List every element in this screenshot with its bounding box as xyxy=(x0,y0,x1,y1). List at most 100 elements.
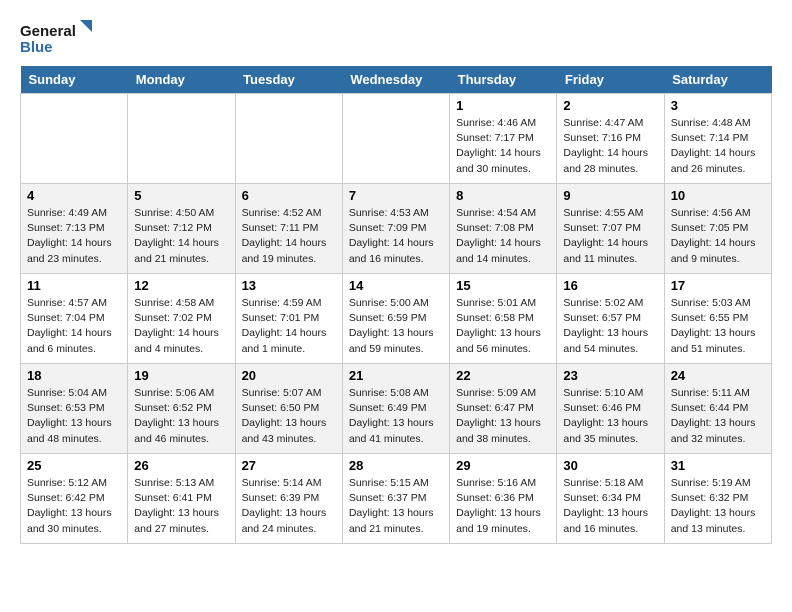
calendar-cell: 9 Sunrise: 4:55 AMSunset: 7:07 PMDaylight… xyxy=(557,184,664,274)
day-number: 17 xyxy=(671,278,765,293)
calendar-cell: 4 Sunrise: 4:49 AMSunset: 7:13 PMDaylight… xyxy=(21,184,128,274)
week-row-2: 4 Sunrise: 4:49 AMSunset: 7:13 PMDaylight… xyxy=(21,184,772,274)
week-row-3: 11 Sunrise: 4:57 AMSunset: 7:04 PMDayligh… xyxy=(21,274,772,364)
calendar-cell: 12Sunrise: 4:58 AMSunset: 7:02 PMDayligh… xyxy=(128,274,235,364)
calendar-cell: 26 Sunrise: 5:13 AMSunset: 6:41 PMDayligh… xyxy=(128,454,235,544)
calendar-cell: 1 Sunrise: 4:46 AMSunset: 7:17 PMDaylight… xyxy=(450,94,557,184)
calendar-cell xyxy=(21,94,128,184)
day-number: 6 xyxy=(242,188,336,203)
calendar-cell: 24 Sunrise: 5:11 AMSunset: 6:44 PMDayligh… xyxy=(664,364,771,454)
day-number: 20 xyxy=(242,368,336,383)
day-info: Sunrise: 4:49 AMSunset: 7:13 PMDaylight:… xyxy=(27,206,121,267)
day-number: 28 xyxy=(349,458,443,473)
day-info: Sunrise: 5:13 AMSunset: 6:41 PMDaylight:… xyxy=(134,476,228,537)
day-info: Sunrise: 5:02 AMSunset: 6:57 PMDaylight:… xyxy=(563,296,657,357)
day-number: 5 xyxy=(134,188,228,203)
day-number: 24 xyxy=(671,368,765,383)
calendar-cell: 19 Sunrise: 5:06 AMSunset: 6:52 PMDayligh… xyxy=(128,364,235,454)
calendar-cell xyxy=(342,94,449,184)
day-info: Sunrise: 4:57 AMSunset: 7:04 PMDaylight:… xyxy=(27,296,121,357)
calendar-cell: 8 Sunrise: 4:54 AMSunset: 7:08 PMDaylight… xyxy=(450,184,557,274)
day-info: Sunrise: 5:06 AMSunset: 6:52 PMDaylight:… xyxy=(134,386,228,447)
day-info: Sunrise: 4:48 AMSunset: 7:14 PMDaylight:… xyxy=(671,116,765,177)
calendar-cell: 27 Sunrise: 5:14 AMSunset: 6:39 PMDayligh… xyxy=(235,454,342,544)
day-info: Sunrise: 4:56 AMSunset: 7:05 PMDaylight:… xyxy=(671,206,765,267)
day-info: Sunrise: 5:14 AMSunset: 6:39 PMDaylight:… xyxy=(242,476,336,537)
day-info: Sunrise: 4:50 AMSunset: 7:12 PMDaylight:… xyxy=(134,206,228,267)
day-number: 30 xyxy=(563,458,657,473)
page-header: GeneralBlue xyxy=(20,20,772,56)
logo: GeneralBlue xyxy=(20,20,100,56)
day-number: 16 xyxy=(563,278,657,293)
day-info: Sunrise: 5:19 AMSunset: 6:32 PMDaylight:… xyxy=(671,476,765,537)
day-info: Sunrise: 5:04 AMSunset: 6:53 PMDaylight:… xyxy=(27,386,121,447)
day-number: 11 xyxy=(27,278,121,293)
calendar-cell: 11 Sunrise: 4:57 AMSunset: 7:04 PMDayligh… xyxy=(21,274,128,364)
day-number: 3 xyxy=(671,98,765,113)
day-number: 29 xyxy=(456,458,550,473)
week-row-5: 25 Sunrise: 5:12 AMSunset: 6:42 PMDayligh… xyxy=(21,454,772,544)
calendar-cell: 28 Sunrise: 5:15 AMSunset: 6:37 PMDayligh… xyxy=(342,454,449,544)
day-info: Sunrise: 4:46 AMSunset: 7:17 PMDaylight:… xyxy=(456,116,550,177)
day-number: 26 xyxy=(134,458,228,473)
calendar-cell xyxy=(235,94,342,184)
day-info: Sunrise: 4:54 AMSunset: 7:08 PMDaylight:… xyxy=(456,206,550,267)
calendar-cell: 7 Sunrise: 4:53 AMSunset: 7:09 PMDaylight… xyxy=(342,184,449,274)
calendar-cell: 15Sunrise: 5:01 AMSunset: 6:58 PMDayligh… xyxy=(450,274,557,364)
calendar-cell: 30 Sunrise: 5:18 AMSunset: 6:34 PMDayligh… xyxy=(557,454,664,544)
calendar-cell: 3 Sunrise: 4:48 AMSunset: 7:14 PMDaylight… xyxy=(664,94,771,184)
day-info: Sunrise: 4:58 AMSunset: 7:02 PMDaylight:… xyxy=(134,296,228,357)
day-info: Sunrise: 4:52 AMSunset: 7:11 PMDaylight:… xyxy=(242,206,336,267)
day-number: 2 xyxy=(563,98,657,113)
calendar-cell: 16 Sunrise: 5:02 AMSunset: 6:57 PMDayligh… xyxy=(557,274,664,364)
day-number: 25 xyxy=(27,458,121,473)
day-info: Sunrise: 5:12 AMSunset: 6:42 PMDaylight:… xyxy=(27,476,121,537)
calendar-cell: 6 Sunrise: 4:52 AMSunset: 7:11 PMDaylight… xyxy=(235,184,342,274)
day-info: Sunrise: 5:09 AMSunset: 6:47 PMDaylight:… xyxy=(456,386,550,447)
day-number: 7 xyxy=(349,188,443,203)
day-info: Sunrise: 5:03 AMSunset: 6:55 PMDaylight:… xyxy=(671,296,765,357)
day-number: 4 xyxy=(27,188,121,203)
calendar-table: SundayMondayTuesdayWednesdayThursdayFrid… xyxy=(20,66,772,544)
day-number: 14 xyxy=(349,278,443,293)
calendar-cell: 20Sunrise: 5:07 AMSunset: 6:50 PMDayligh… xyxy=(235,364,342,454)
day-number: 22 xyxy=(456,368,550,383)
logo-icon: GeneralBlue xyxy=(20,20,100,56)
day-number: 10 xyxy=(671,188,765,203)
day-number: 19 xyxy=(134,368,228,383)
day-info: Sunrise: 5:15 AMSunset: 6:37 PMDaylight:… xyxy=(349,476,443,537)
day-header-sunday: Sunday xyxy=(21,66,128,94)
day-number: 9 xyxy=(563,188,657,203)
day-number: 27 xyxy=(242,458,336,473)
calendar-cell: 29 Sunrise: 5:16 AMSunset: 6:36 PMDayligh… xyxy=(450,454,557,544)
day-info: Sunrise: 5:08 AMSunset: 6:49 PMDaylight:… xyxy=(349,386,443,447)
calendar-cell: 21Sunrise: 5:08 AMSunset: 6:49 PMDayligh… xyxy=(342,364,449,454)
calendar-cell: 25 Sunrise: 5:12 AMSunset: 6:42 PMDayligh… xyxy=(21,454,128,544)
day-number: 8 xyxy=(456,188,550,203)
calendar-cell: 10 Sunrise: 4:56 AMSunset: 7:05 PMDayligh… xyxy=(664,184,771,274)
day-info: Sunrise: 5:16 AMSunset: 6:36 PMDaylight:… xyxy=(456,476,550,537)
calendar-cell: 31 Sunrise: 5:19 AMSunset: 6:32 PMDayligh… xyxy=(664,454,771,544)
day-info: Sunrise: 4:55 AMSunset: 7:07 PMDaylight:… xyxy=(563,206,657,267)
calendar-cell: 18 Sunrise: 5:04 AMSunset: 6:53 PMDayligh… xyxy=(21,364,128,454)
day-number: 18 xyxy=(27,368,121,383)
day-number: 31 xyxy=(671,458,765,473)
calendar-cell: 5 Sunrise: 4:50 AMSunset: 7:12 PMDaylight… xyxy=(128,184,235,274)
calendar-cell: 22 Sunrise: 5:09 AMSunset: 6:47 PMDayligh… xyxy=(450,364,557,454)
day-info: Sunrise: 5:18 AMSunset: 6:34 PMDaylight:… xyxy=(563,476,657,537)
day-number: 23 xyxy=(563,368,657,383)
calendar-cell: 17 Sunrise: 5:03 AMSunset: 6:55 PMDayligh… xyxy=(664,274,771,364)
day-info: Sunrise: 4:53 AMSunset: 7:09 PMDaylight:… xyxy=(349,206,443,267)
calendar-cell: 23 Sunrise: 5:10 AMSunset: 6:46 PMDayligh… xyxy=(557,364,664,454)
calendar-cell: 2 Sunrise: 4:47 AMSunset: 7:16 PMDaylight… xyxy=(557,94,664,184)
svg-text:General: General xyxy=(20,23,76,40)
week-row-4: 18 Sunrise: 5:04 AMSunset: 6:53 PMDayligh… xyxy=(21,364,772,454)
day-info: Sunrise: 4:47 AMSunset: 7:16 PMDaylight:… xyxy=(563,116,657,177)
day-info: Sunrise: 5:01 AMSunset: 6:58 PMDaylight:… xyxy=(456,296,550,357)
day-info: Sunrise: 5:11 AMSunset: 6:44 PMDaylight:… xyxy=(671,386,765,447)
day-header-thursday: Thursday xyxy=(450,66,557,94)
calendar-cell xyxy=(128,94,235,184)
day-info: Sunrise: 5:10 AMSunset: 6:46 PMDaylight:… xyxy=(563,386,657,447)
day-number: 1 xyxy=(456,98,550,113)
day-header-monday: Monday xyxy=(128,66,235,94)
